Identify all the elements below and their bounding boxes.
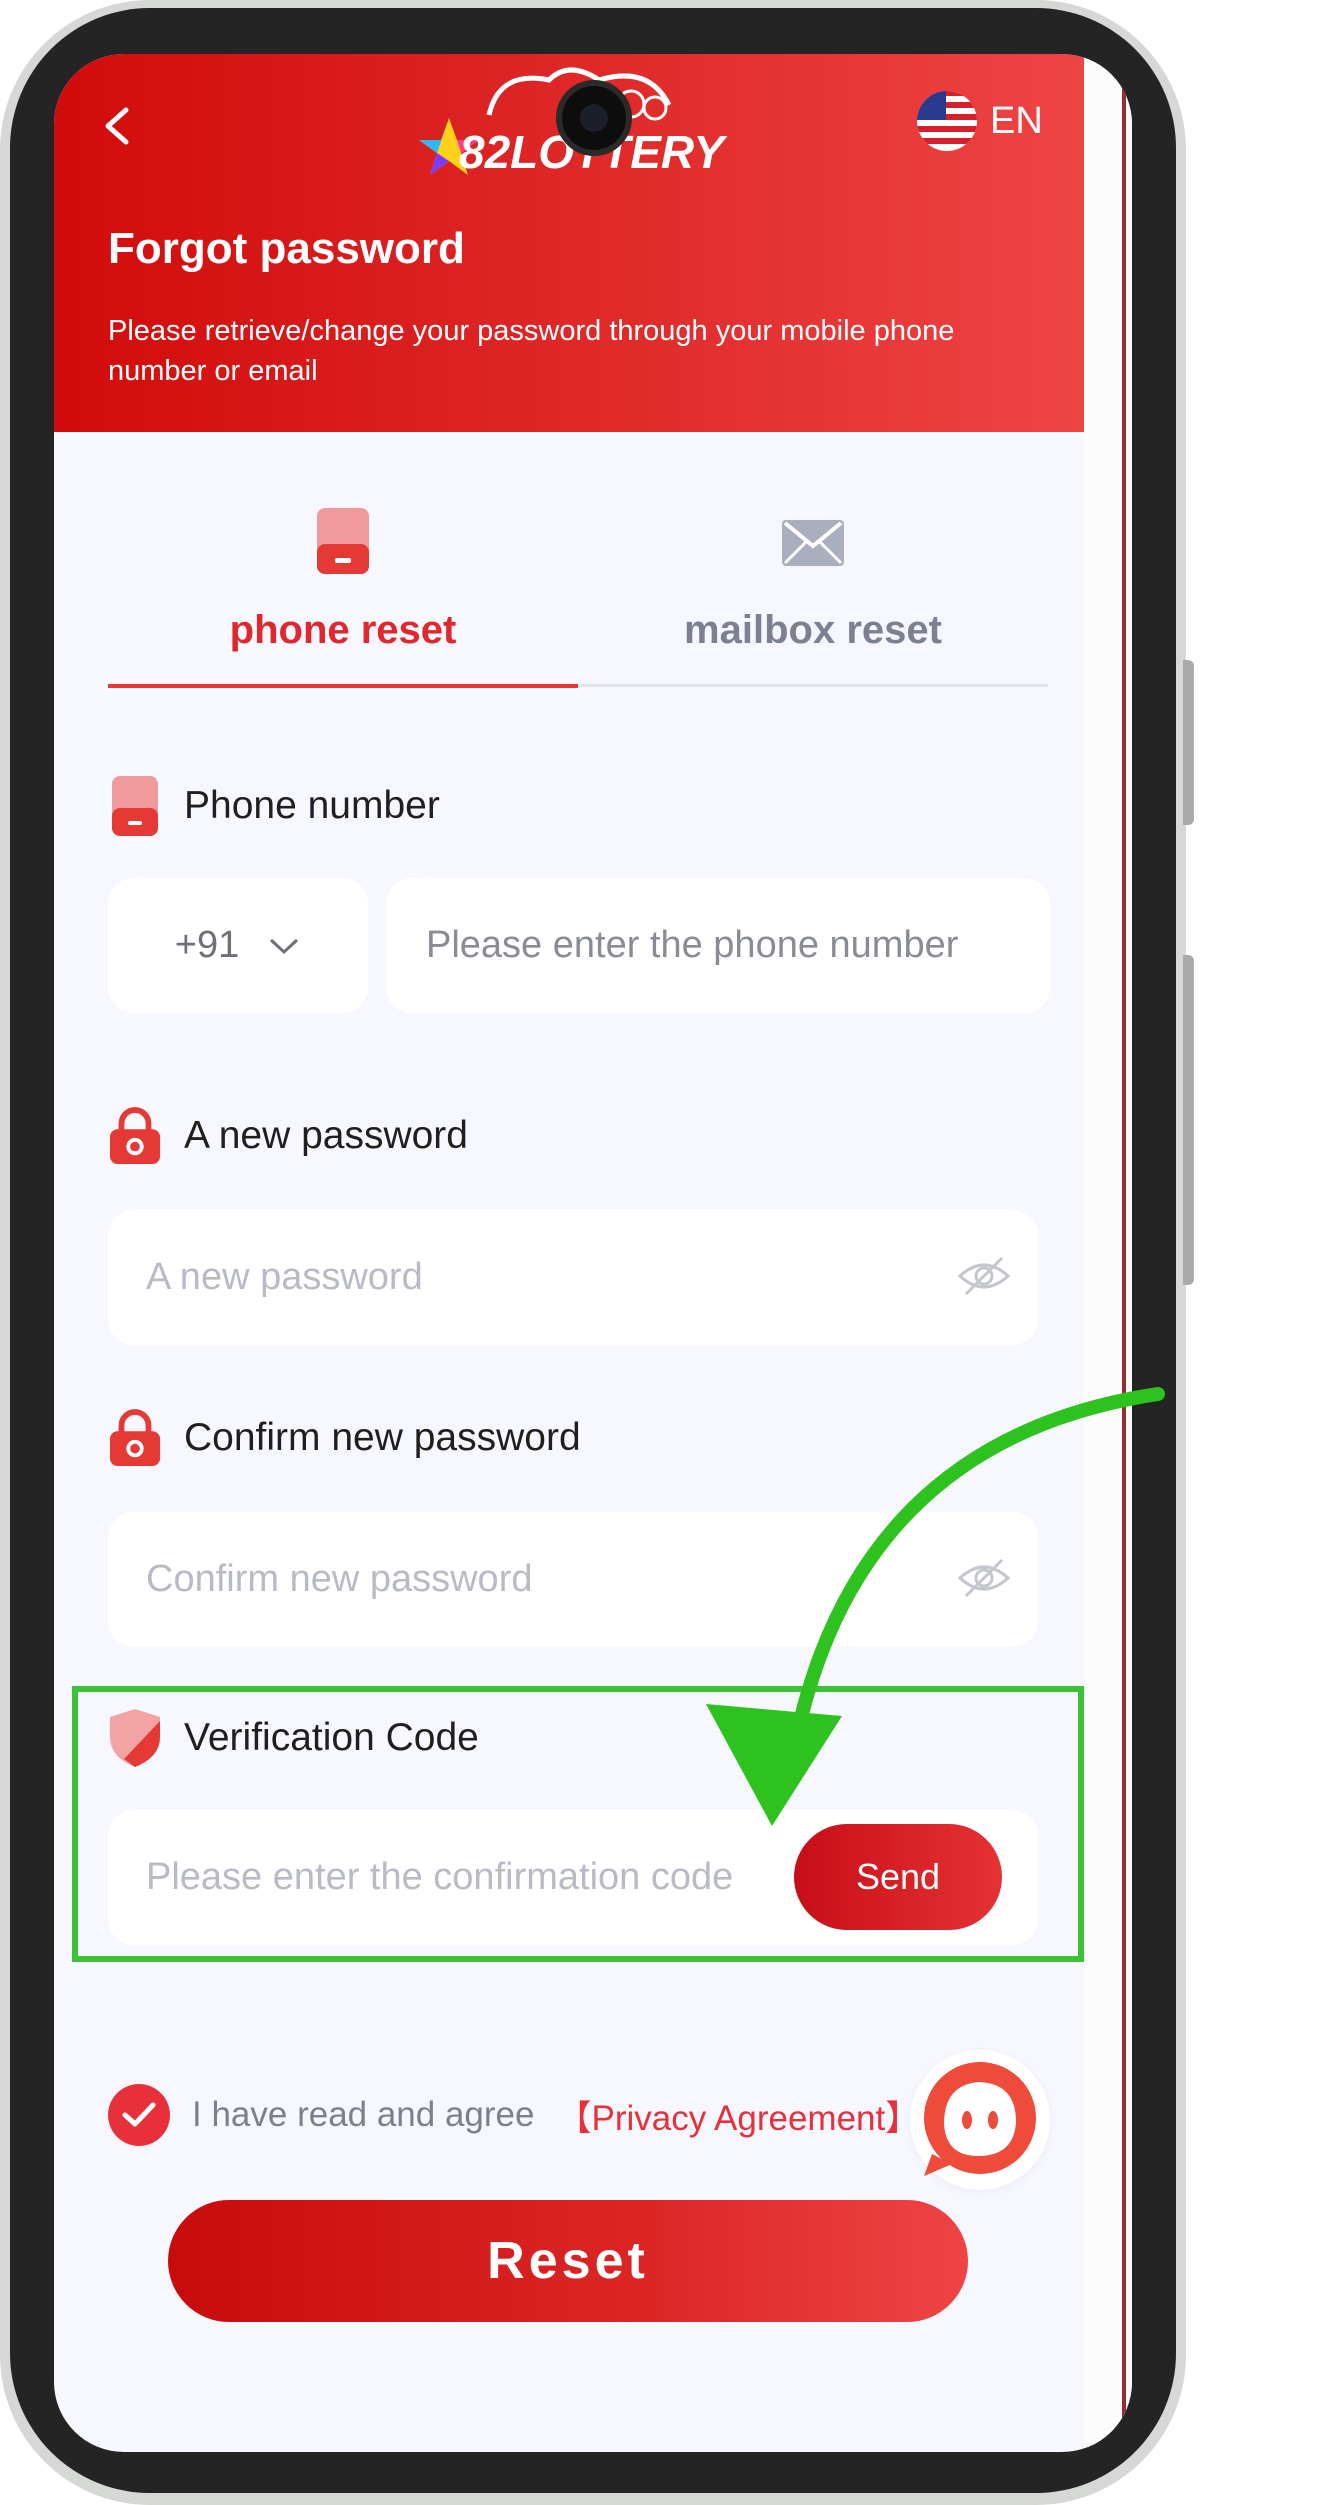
chat-support-icon xyxy=(924,2062,1036,2176)
new-password-label: A new password xyxy=(108,1106,468,1166)
phone-number-input[interactable]: Please enter the phone number xyxy=(386,878,1050,1013)
volume-button xyxy=(1183,660,1194,825)
phone-placeholder: Please enter the phone number xyxy=(426,924,959,966)
phone-number-label: Phone number xyxy=(108,776,440,836)
chevron-down-icon xyxy=(270,938,299,954)
privacy-agreement-link[interactable]: 【Privacy Agreement】 xyxy=(556,2090,920,2141)
confirm-password-input[interactable]: Confirm new password xyxy=(108,1512,1038,1647)
active-tab-indicator xyxy=(108,684,578,688)
page-title: Forgot password xyxy=(108,224,465,273)
screen: 82LOTTERY EN Forgot password Please retr… xyxy=(54,54,1132,2452)
tab-label: mailbox reset xyxy=(684,608,942,652)
customer-service-button[interactable] xyxy=(910,2050,1050,2190)
us-flag-icon xyxy=(917,91,977,151)
agreement-checkbox[interactable] xyxy=(108,2084,170,2146)
country-code-value: +91 xyxy=(174,924,240,966)
mail-icon xyxy=(782,520,844,566)
new-password-input[interactable]: A new password xyxy=(108,1210,1038,1345)
label-text: Phone number xyxy=(184,784,440,827)
eye-hidden-icon[interactable] xyxy=(956,1248,1012,1304)
checkmark-icon xyxy=(122,2102,156,2127)
agreement-text: I have read and agree xyxy=(192,2095,535,2134)
reset-button[interactable]: Reset xyxy=(168,2200,968,2322)
new-password-placeholder: A new password xyxy=(146,1256,423,1298)
tab-mailbox-reset[interactable]: mailbox reset xyxy=(578,506,1048,706)
confirm-password-label: Confirm new password xyxy=(108,1408,581,1468)
power-button xyxy=(1183,955,1194,1285)
confirm-password-placeholder: Confirm new password xyxy=(146,1558,533,1600)
tab-label: phone reset xyxy=(229,608,457,652)
tab-divider xyxy=(578,684,1048,687)
language-label: EN xyxy=(990,99,1043,142)
page-subtitle: Please retrieve/change your password thr… xyxy=(108,315,955,387)
eye-hidden-icon[interactable] xyxy=(956,1550,1012,1606)
lock-icon xyxy=(108,1106,162,1166)
back-icon[interactable] xyxy=(94,96,144,156)
highlight-box xyxy=(72,1686,1084,1962)
label-text: A new password xyxy=(184,1114,468,1157)
camera-punch-hole xyxy=(556,80,632,156)
country-code-select[interactable]: +91 xyxy=(108,878,368,1013)
screen-edge xyxy=(1084,54,1132,2452)
phone-icon xyxy=(108,776,162,836)
lock-icon xyxy=(108,1408,162,1468)
tab-phone-reset[interactable]: phone reset xyxy=(108,506,578,706)
label-text: Confirm new password xyxy=(184,1416,581,1459)
agreement-row: I have read and agree 【Privacy Agreement… xyxy=(108,2084,920,2146)
phone-icon xyxy=(317,508,369,574)
language-selector[interactable]: EN xyxy=(916,86,1043,156)
